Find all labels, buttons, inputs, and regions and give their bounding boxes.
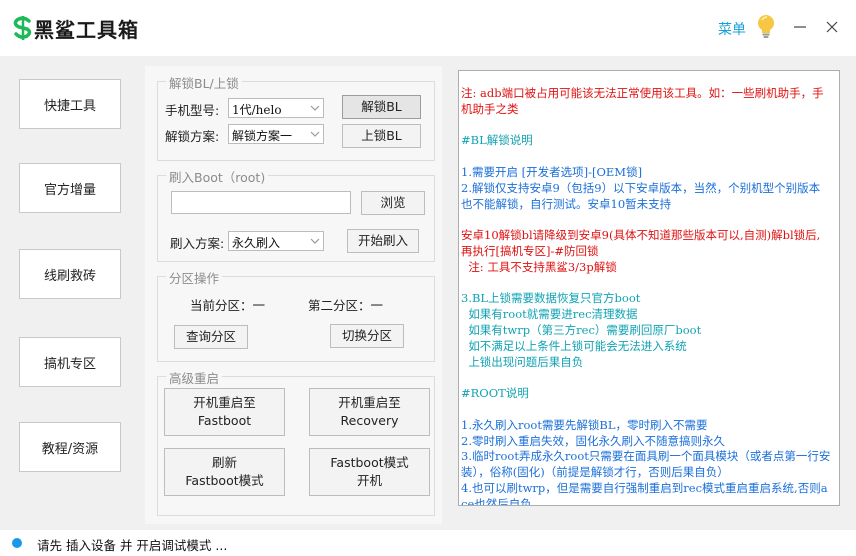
model-select[interactable]: 1代/helo (228, 98, 324, 118)
current-partition-label: 当前分区：一 (190, 298, 266, 313)
reboot-to-fastboot-line1: 开机重启至 (193, 395, 256, 410)
status-dot-icon (12, 538, 22, 548)
reboot-group: 高级重启 开机重启至 Fastboot 开机重启至 Recovery 刷新 Fa… (157, 368, 435, 516)
log-line: 安卓10解锁bl请降级到安卓9(具体不知道那些版本可以,自测)解bl锁后,再执行… (461, 228, 821, 258)
log-line: 如果有root就需要进rec清理数据 (461, 307, 638, 322)
chevron-down-icon (310, 238, 320, 244)
sidebar-item-tutorials[interactable]: 教程/资源 (19, 422, 121, 472)
model-label: 手机型号: (165, 103, 220, 118)
log-line: 如不满足以上条件上锁可能会无法进入系统 (461, 338, 687, 353)
refresh-fastboot-button[interactable]: 刷新 Fastboot模式 (164, 448, 285, 496)
browse-button[interactable]: 浏览 (361, 191, 425, 215)
reboot-to-recovery-button[interactable]: 开机重启至 Recovery (309, 388, 430, 436)
minimize-icon[interactable] (790, 14, 810, 40)
flash-scheme-value: 永久刷入 (232, 236, 281, 250)
reboot-to-recovery-line1: 开机重启至 (338, 395, 401, 410)
boot-group-title: 刷入Boot（root) (166, 167, 269, 186)
log-line: #ROOT说明 (461, 386, 529, 401)
sidebar-item-tinker-zone[interactable]: 搞机专区 (19, 337, 121, 387)
partition-group-title: 分区操作 (166, 268, 223, 287)
log-line: 2.零时刷入重启失效，固化永久刷入不随意搞则永久 (461, 433, 725, 448)
log-line: 注: adb端口被占用可能该无法正常使用该工具。如：一些刷机助手，手机助手之类 (461, 86, 824, 116)
log-line: #BL解锁说明 (461, 133, 533, 148)
log-line: 1.永久刷入root需要先解锁BL，零时刷入不需要 (461, 417, 708, 432)
operations-panel: 解锁BL/上锁 手机型号: 1代/helo 解锁BL 解锁方案: 解锁方案一 上… (145, 66, 442, 524)
log-line: 3.BL上锁需要数据恢复只官方boot (461, 291, 641, 306)
fastboot-boot-line2: 开机 (356, 473, 382, 488)
boot-group: 刷入Boot（root) 浏览 刷入方案: 永久刷入 开始刷入 (157, 167, 435, 262)
sidebar-item-flash-rescue[interactable]: 线刷救砖 (19, 249, 121, 299)
refresh-fastboot-line2: Fastboot模式 (185, 473, 264, 488)
log-line: 1.需要开启 [开发者选项]-[OEM锁] (461, 164, 643, 179)
unlock-scheme-select[interactable]: 解锁方案一 (228, 124, 324, 144)
model-select-value: 1代/helo (232, 103, 282, 117)
fastboot-boot-line1: Fastboot模式 (330, 455, 409, 470)
lightbulb-icon[interactable] (756, 14, 776, 40)
status-bar: 请先 插入设备 并 开启调试模式 ... (0, 530, 856, 556)
log-line: 注: 工具不支持黑鲨3/3p解锁 (461, 259, 617, 274)
close-icon[interactable] (822, 14, 844, 40)
chevron-down-icon (310, 131, 320, 137)
reboot-group-title: 高级重启 (166, 368, 223, 387)
unlock-bl-button[interactable]: 解锁BL (342, 95, 421, 119)
chevron-down-icon (310, 105, 320, 111)
lock-bl-button[interactable]: 上锁BL (342, 124, 421, 148)
dollar-s-logo-icon (13, 16, 32, 40)
main-content: 快捷工具 官方增量 线刷救砖 搞机专区 教程/资源 解锁BL/上锁 手机型号: … (0, 56, 856, 530)
unlock-scheme-label: 解锁方案: (165, 129, 220, 144)
status-text: 请先 插入设备 并 开启调试模式 ... (37, 538, 228, 553)
flash-scheme-select[interactable]: 永久刷入 (228, 231, 324, 251)
log-textarea[interactable]: 注: adb端口被占用可能该无法正常使用该工具。如：一些刷机助手，手机助手之类 #… (458, 70, 840, 506)
refresh-fastboot-line1: 刷新 (211, 455, 237, 470)
log-line: 3.临时root弄成永久root只需要在面具刷一个面具模块（或者点第一行安装），… (461, 449, 831, 480)
log-content: 注: adb端口被占用可能该无法正常使用该工具。如：一些刷机助手，手机助手之类 #… (461, 86, 831, 506)
log-line: 4.也可以刷twrp，但是需要自行强制重启到rec模式重启重启系统,否则ace也… (461, 480, 828, 506)
log-line: 上锁出现问题后果自负 (461, 354, 584, 369)
boot-path-input[interactable] (171, 191, 351, 214)
start-flash-button[interactable]: 开始刷入 (347, 229, 419, 253)
menu-button[interactable]: 菜单 (718, 19, 746, 39)
title-bar: 黑鲨工具箱 菜单 (0, 0, 856, 56)
sidebar-item-quick-tools[interactable]: 快捷工具 (19, 79, 121, 129)
unlock-scheme-value: 解锁方案一 (232, 129, 293, 143)
flash-scheme-label: 刷入方案: (170, 236, 225, 251)
second-partition-label: 第二分区：一 (308, 298, 384, 313)
log-line: 如果有twrp（第三方rec）需要刷回原厂boot (461, 322, 702, 337)
fastboot-boot-button[interactable]: Fastboot模式 开机 (309, 448, 430, 496)
reboot-to-recovery-line2: Recovery (340, 413, 399, 428)
reboot-to-fastboot-line2: Fastboot (197, 413, 252, 428)
switch-partition-button[interactable]: 切换分区 (330, 324, 404, 348)
reboot-to-fastboot-button[interactable]: 开机重启至 Fastboot (164, 388, 285, 436)
query-partition-button[interactable]: 查询分区 (174, 325, 248, 349)
log-line: 2.解锁仅支持安卓9（包括9）以下安卓版本，当然，个别机型个别版本也不能解锁，自… (461, 180, 821, 211)
unlock-group: 解锁BL/上锁 手机型号: 1代/helo 解锁BL 解锁方案: 解锁方案一 上… (157, 73, 435, 161)
sidebar-item-official-incremental[interactable]: 官方增量 (19, 163, 121, 213)
partition-group: 分区操作 当前分区：一 第二分区：一 查询分区 切换分区 (157, 268, 435, 362)
app-title: 黑鲨工具箱 (34, 18, 139, 42)
unlock-group-title: 解锁BL/上锁 (166, 73, 242, 92)
